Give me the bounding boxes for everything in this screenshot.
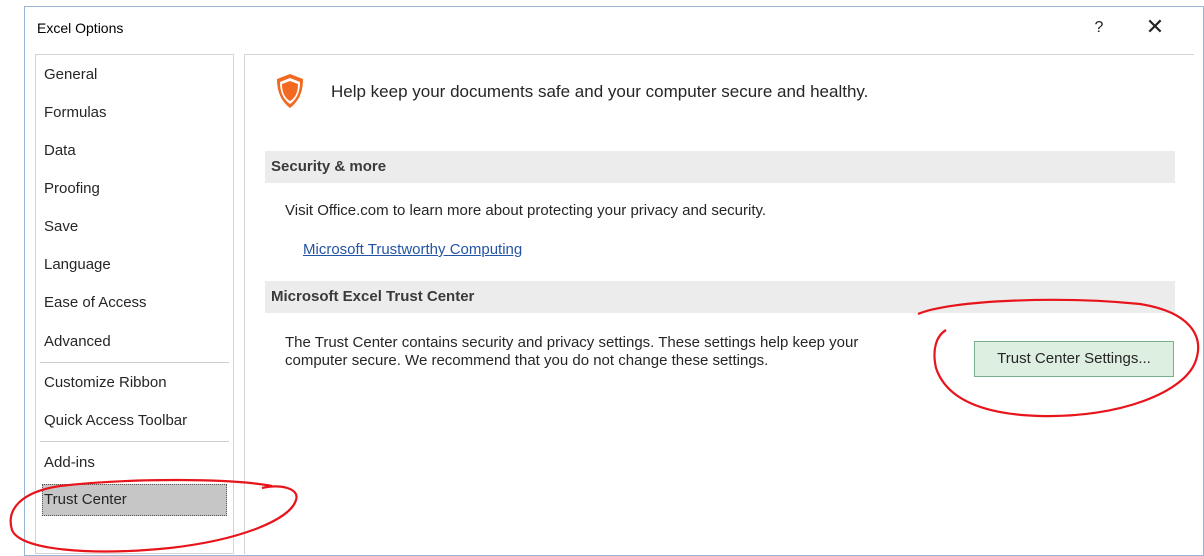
trust-center-settings-button[interactable]: Trust Center Settings...: [974, 341, 1174, 377]
section-heading-security: Security & more: [265, 151, 1175, 183]
shield-icon: [277, 74, 303, 108]
section-heading-trust-center: Microsoft Excel Trust Center: [265, 281, 1175, 313]
sidebar-item-quick-access-toolbar[interactable]: Quick Access Toolbar: [42, 405, 227, 437]
trust-center-description-line1: The Trust Center contains security and p…: [285, 334, 859, 351]
options-category-list: General Formulas Data Proofing Save Lang…: [35, 54, 234, 554]
sidebar-item-formulas[interactable]: Formulas: [42, 97, 227, 129]
sidebar-item-save[interactable]: Save: [42, 211, 227, 243]
intro-text: Help keep your documents safe and your c…: [331, 82, 869, 101]
question-mark-icon[interactable]: ?: [1087, 15, 1111, 41]
sidebar-item-ease-of-access[interactable]: Ease of Access: [42, 287, 227, 319]
trust-center-panel: Help keep your documents safe and your c…: [244, 54, 1194, 554]
trustworthy-computing-link[interactable]: Microsoft Trustworthy Computing: [303, 241, 522, 259]
sidebar-item-add-ins[interactable]: Add-ins: [42, 447, 227, 479]
sidebar-item-language[interactable]: Language: [42, 249, 227, 281]
sidebar-item-trust-center[interactable]: Trust Center: [42, 484, 227, 516]
sidebar-item-general[interactable]: General: [42, 59, 227, 91]
sidebar-divider: [40, 441, 229, 442]
sidebar-divider: [40, 362, 229, 363]
sidebar-item-data[interactable]: Data: [42, 135, 227, 167]
sidebar-item-advanced[interactable]: Advanced: [42, 326, 227, 358]
excel-options-dialog: Excel Options ? ✕ General Formulas Data …: [24, 6, 1204, 556]
title-bar: Excel Options ? ✕: [25, 7, 1203, 47]
trust-center-description-line2: computer secure. We recommend that you d…: [285, 352, 769, 369]
close-icon[interactable]: ✕: [1139, 13, 1171, 41]
security-description: Visit Office.com to learn more about pro…: [285, 202, 767, 219]
sidebar-item-customize-ribbon[interactable]: Customize Ribbon: [42, 367, 227, 399]
sidebar-item-proofing[interactable]: Proofing: [42, 173, 227, 205]
dialog-title: Excel Options: [37, 20, 124, 36]
